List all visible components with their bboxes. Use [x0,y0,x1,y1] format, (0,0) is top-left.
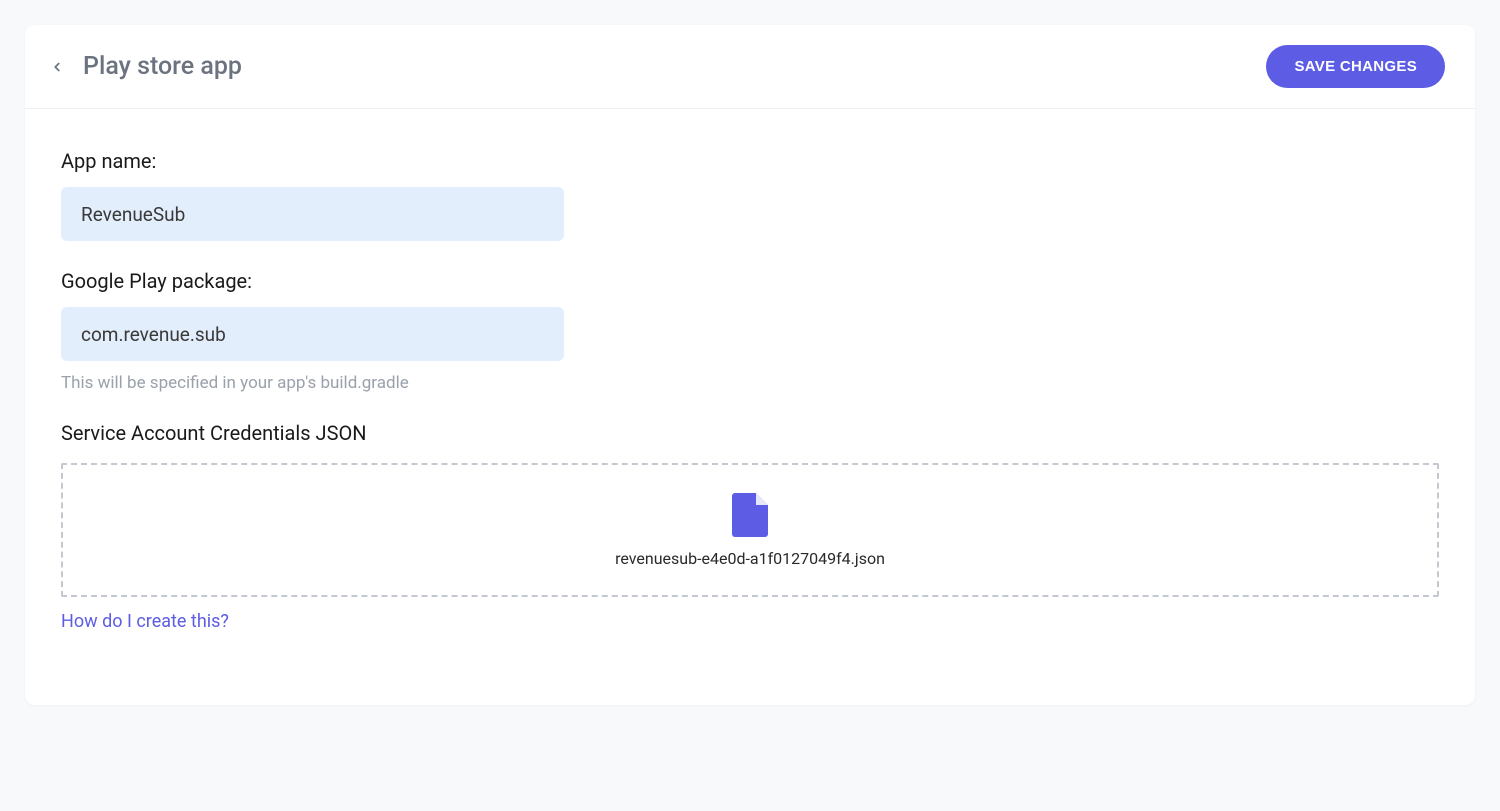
package-helper-text: This will be specified in your app's bui… [61,373,1439,393]
credentials-field-group: Service Account Credentials JSON revenue… [61,421,1439,632]
card-body: App name: Google Play package: This will… [25,109,1475,672]
package-input[interactable] [61,307,564,361]
credentials-label: Service Account Credentials JSON [61,421,1439,445]
credentials-help-link[interactable]: How do I create this? [61,611,229,632]
package-field-group: Google Play package: This will be specif… [61,269,1439,393]
app-name-input[interactable] [61,187,564,241]
file-icon [732,493,768,537]
credentials-dropzone[interactable]: revenuesub-e4e0d-a1f0127049f4.json [61,463,1439,597]
app-name-label: App name: [61,149,1439,173]
save-changes-button[interactable]: SAVE CHANGES [1266,45,1445,88]
page-title: Play store app [83,52,242,81]
header-left: Play store app [43,52,242,81]
card-header: Play store app SAVE CHANGES [25,25,1475,109]
package-label: Google Play package: [61,269,1439,293]
back-button[interactable] [43,53,71,81]
uploaded-file-name: revenuesub-e4e0d-a1f0127049f4.json [615,549,885,568]
chevron-left-icon [50,60,64,74]
settings-card: Play store app SAVE CHANGES App name: Go… [25,25,1475,705]
app-name-field-group: App name: [61,149,1439,241]
